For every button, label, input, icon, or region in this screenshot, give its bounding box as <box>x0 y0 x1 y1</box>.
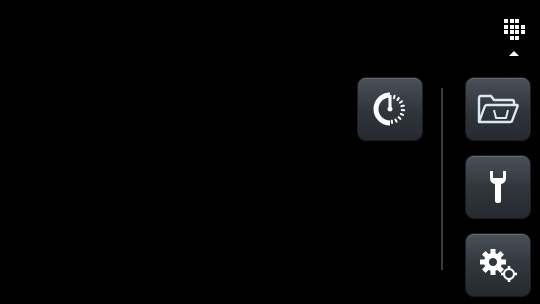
timer-button[interactable] <box>358 78 422 140</box>
wash-basket-folder-icon <box>477 94 519 124</box>
timer-dial-icon <box>373 92 406 126</box>
app-grid-icon[interactable] <box>504 19 526 40</box>
gears-icon <box>480 249 517 282</box>
settings-button[interactable] <box>466 234 530 296</box>
caret-up-icon[interactable] <box>509 51 519 56</box>
wrench-icon <box>490 171 506 203</box>
tools-button[interactable] <box>466 156 530 218</box>
divider <box>441 88 443 270</box>
folder-button[interactable] <box>466 78 530 140</box>
screen <box>0 0 540 304</box>
